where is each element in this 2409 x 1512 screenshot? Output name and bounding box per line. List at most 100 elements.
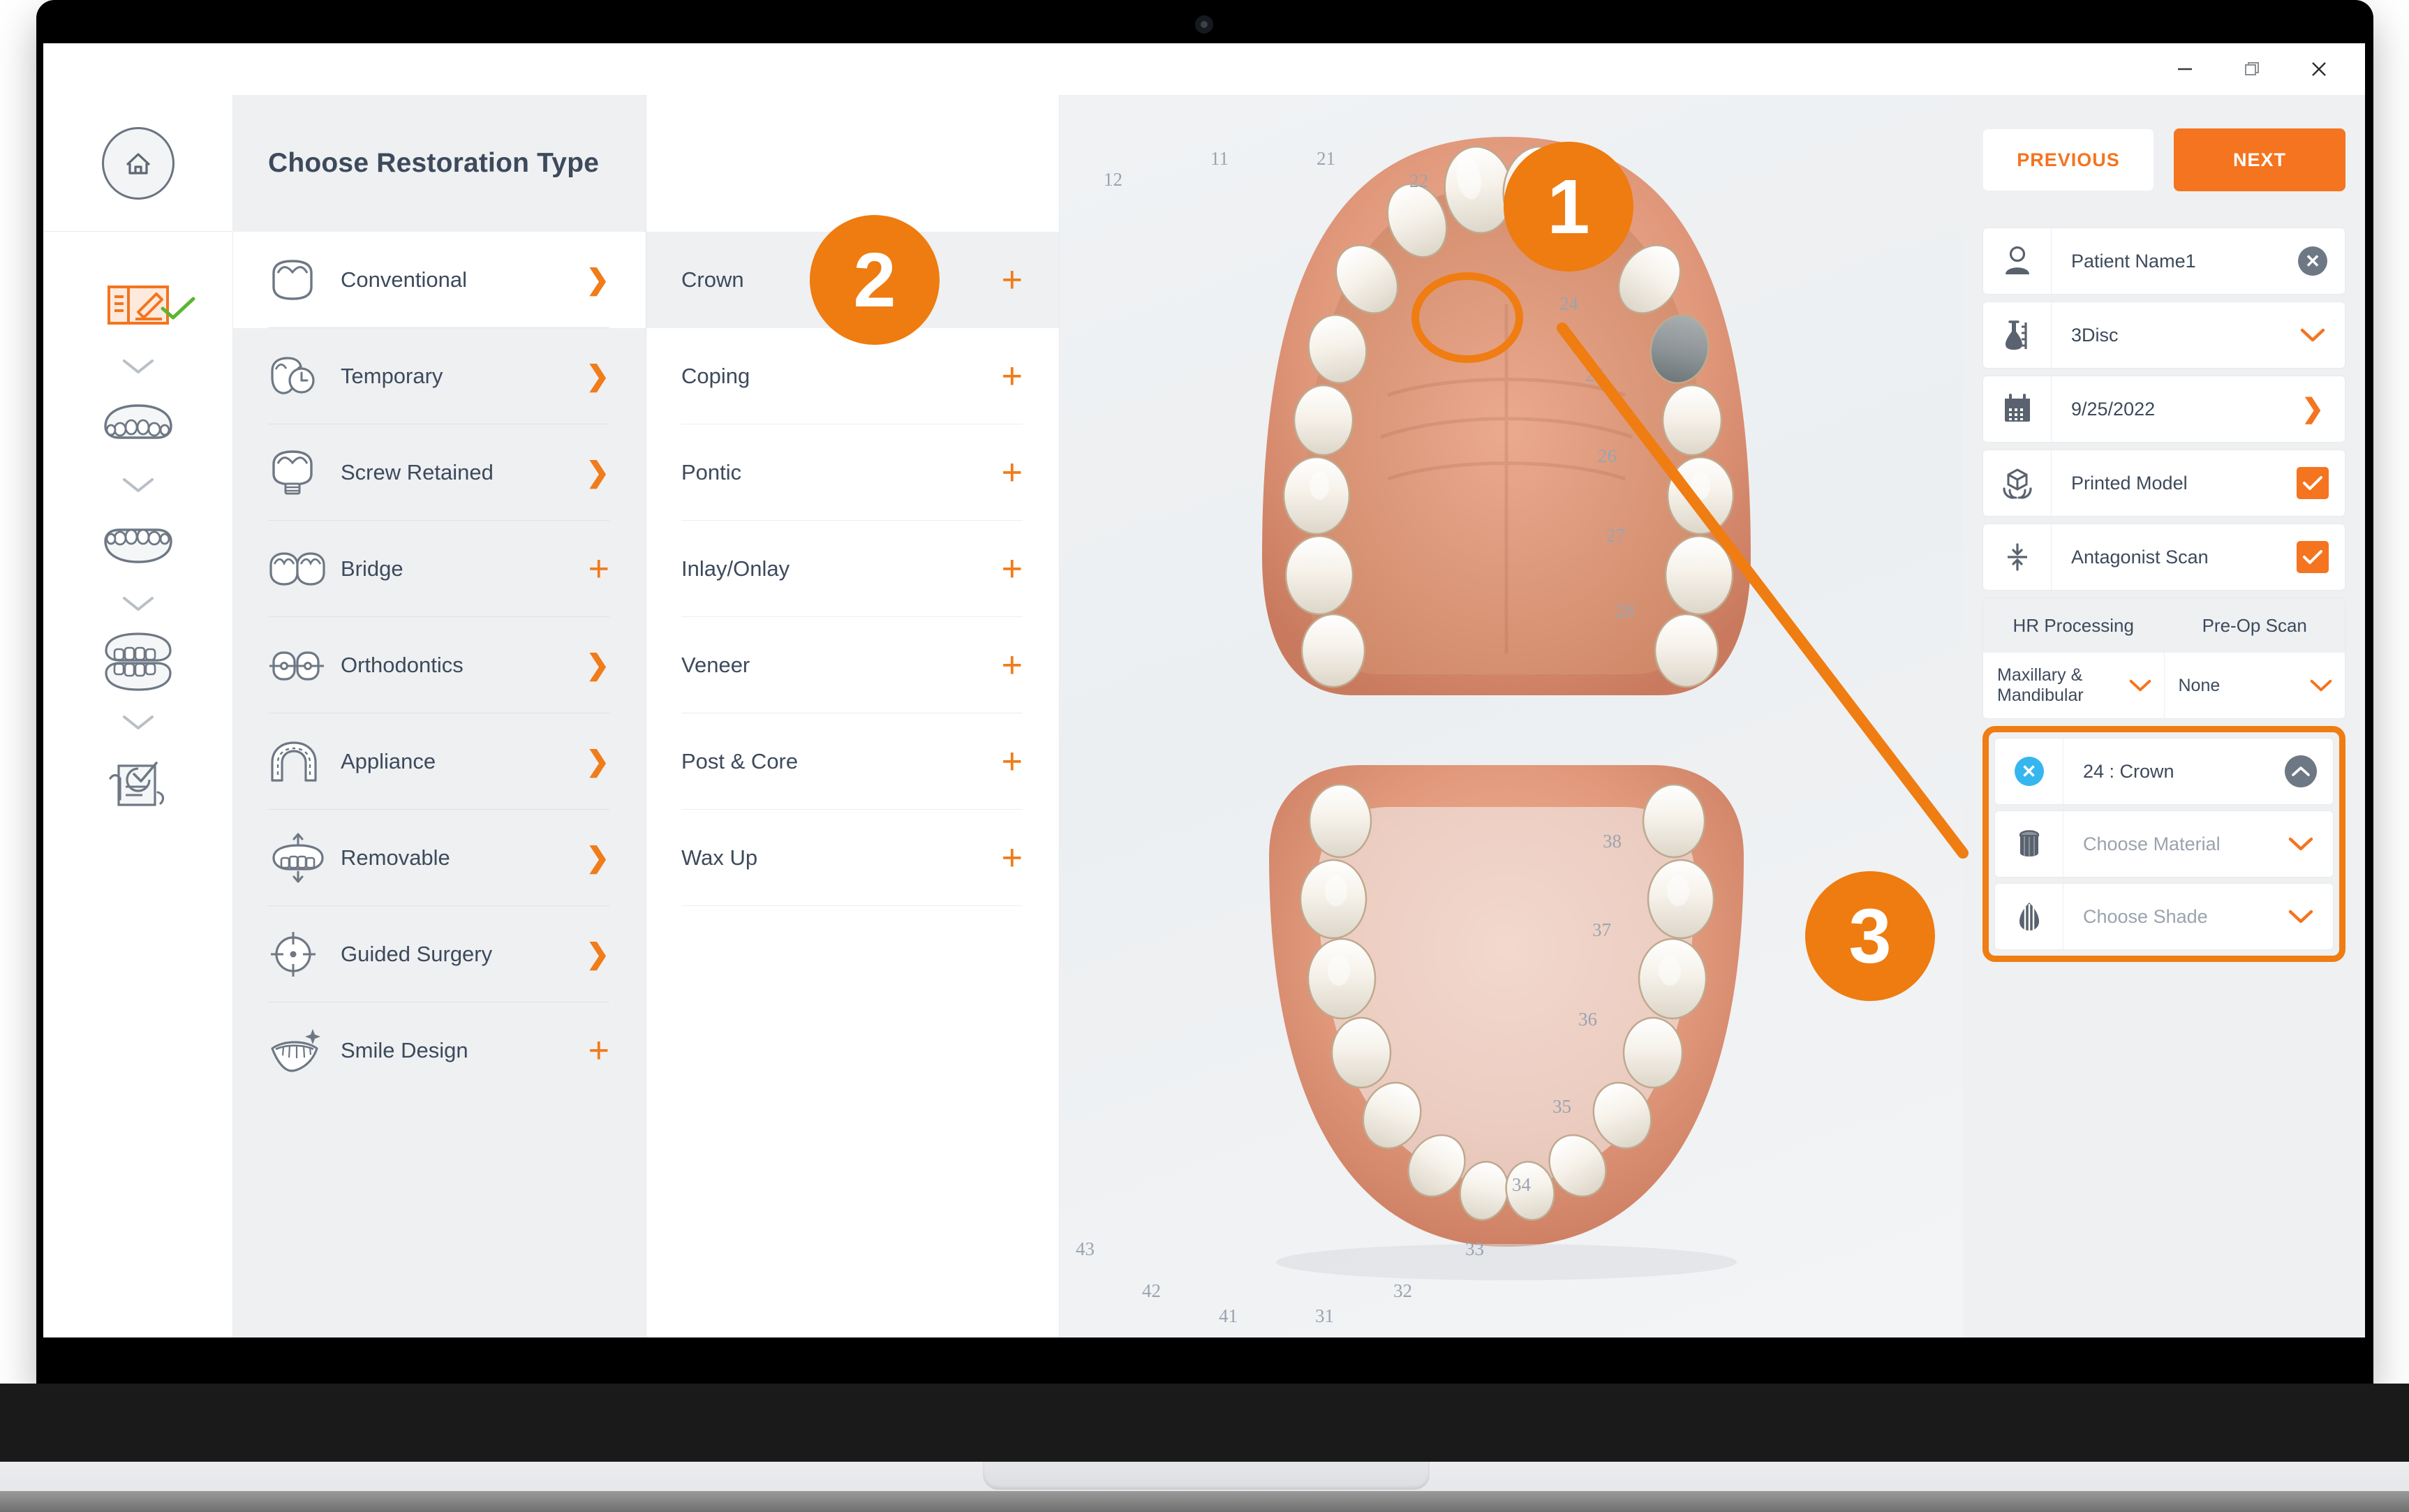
lab-field[interactable]: 3Disc — [1982, 302, 2345, 369]
subtype-label: Veneer — [681, 653, 750, 677]
restoration-item-row[interactable]: ✕ 24 : Crown — [1994, 738, 2334, 805]
type-row-temporary[interactable]: Temporary ❯ — [233, 328, 646, 424]
dental-model-viewport[interactable]: 12 11 21 22 24 25 26 27 28 38 37 36 35 34 33 32 31 41 42 43 — [1060, 95, 1963, 1337]
appliance-icon — [268, 740, 341, 783]
tooth-number-26[interactable]: 26 — [1598, 445, 1617, 467]
close-button[interactable] — [2285, 43, 2352, 95]
home-button[interactable] — [43, 95, 232, 232]
review-submit-icon — [103, 750, 173, 814]
type-row-smile-design[interactable]: Smile Design + — [233, 1002, 646, 1099]
chevron-right-icon[interactable]: ❯ — [586, 266, 609, 294]
plus-icon[interactable]: + — [1002, 358, 1023, 395]
type-label: Removable — [341, 845, 450, 870]
plus-icon[interactable]: + — [1002, 262, 1023, 299]
both-arches-icon — [101, 632, 175, 695]
tooth-number-42[interactable]: 42 — [1142, 1280, 1161, 1302]
sidebar-item-both-arches[interactable] — [43, 627, 233, 699]
tooth-number-41[interactable]: 41 — [1219, 1305, 1238, 1327]
removable-icon — [268, 831, 341, 884]
chevron-right-icon[interactable]: ❯ — [586, 362, 609, 390]
plus-icon[interactable]: + — [1002, 647, 1023, 684]
printed-model-checkbox[interactable] — [2281, 467, 2345, 499]
subtype-row-veneer[interactable]: Veneer + — [646, 617, 1059, 713]
plus-icon[interactable]: + — [1002, 743, 1023, 780]
webcam-icon — [1195, 15, 1213, 34]
material-dropdown-button[interactable] — [2269, 836, 2333, 852]
type-row-bridge[interactable]: Bridge + — [233, 521, 646, 617]
tooth-number-25[interactable]: 25 — [1585, 364, 1604, 386]
chevron-right-icon[interactable]: ❯ — [586, 651, 609, 679]
chevron-down-icon — [2300, 328, 2325, 342]
plus-icon[interactable]: + — [1002, 551, 1023, 588]
tooth-number-33[interactable]: 33 — [1465, 1238, 1484, 1260]
hr-processing-value: Maxillary & Mandibular — [1997, 665, 2084, 705]
due-date-field[interactable]: 9/25/2022 ❯ — [1982, 376, 2345, 443]
subtype-label: Wax Up — [681, 845, 758, 870]
tooth-number-36[interactable]: 36 — [1578, 1009, 1597, 1030]
tooth-number-32[interactable]: 32 — [1393, 1280, 1412, 1302]
hr-processing-select[interactable]: Maxillary & Mandibular — [1983, 653, 2164, 718]
antagonist-scan-field[interactable]: Antagonist Scan — [1982, 524, 2345, 591]
shade-dropdown-button[interactable] — [2269, 909, 2333, 924]
type-row-removable[interactable]: Removable ❯ — [233, 810, 646, 906]
plus-icon[interactable]: + — [588, 1032, 609, 1069]
screen: Choose Restoration Type Conventional ❯ T… — [43, 43, 2365, 1337]
tooth-number-12[interactable]: 12 — [1104, 169, 1122, 191]
material-select[interactable]: Choose Material — [1994, 810, 2334, 877]
antagonist-scan-checkbox[interactable] — [2281, 541, 2345, 573]
tooth-number-24[interactable]: 24 — [1559, 293, 1578, 315]
lab-dropdown-button[interactable] — [2281, 327, 2345, 343]
subtype-row-pontic[interactable]: Pontic + — [646, 424, 1059, 521]
chevron-right-icon[interactable]: ❯ — [586, 940, 609, 968]
remove-restoration-button[interactable]: ✕ — [1995, 739, 2063, 804]
type-row-screw-retained[interactable]: Screw Retained ❯ — [233, 424, 646, 521]
pre-op-scan-group: Pre-Op Scan None — [2163, 598, 2345, 718]
subtype-row-coping[interactable]: Coping + — [646, 328, 1059, 424]
tooth-number-22[interactable]: 22 — [1409, 170, 1428, 192]
subtype-row-post-and-core[interactable]: Post & Core + — [646, 713, 1059, 810]
tooth-number-34[interactable]: 34 — [1512, 1174, 1531, 1196]
shade-select[interactable]: Choose Shade — [1994, 883, 2334, 950]
divider — [681, 905, 1023, 906]
sidebar-item-order-form[interactable] — [43, 271, 233, 343]
due-date-open-button[interactable]: ❯ — [2281, 396, 2345, 422]
type-row-orthodontics[interactable]: Orthodontics ❯ — [233, 617, 646, 713]
printed-model-field[interactable]: Printed Model — [1982, 450, 2345, 517]
window-titlebar — [43, 43, 2365, 95]
type-row-appliance[interactable]: Appliance ❯ — [233, 713, 646, 810]
chevron-right-icon[interactable]: ❯ — [586, 748, 609, 776]
plus-icon[interactable]: + — [1002, 840, 1023, 877]
plus-icon[interactable]: + — [1002, 454, 1023, 491]
tooth-number-35[interactable]: 35 — [1552, 1096, 1571, 1118]
next-button[interactable]: NEXT — [2174, 128, 2345, 191]
chevron-right-icon[interactable]: ❯ — [586, 459, 609, 487]
clear-patient-button[interactable]: ✕ — [2281, 246, 2345, 276]
tooth-number-28[interactable]: 28 — [1615, 600, 1634, 622]
step-rail — [43, 95, 233, 1337]
subtype-row-inlay-onlay[interactable]: Inlay/Onlay + — [646, 521, 1059, 617]
collapse-restoration-button[interactable] — [2269, 755, 2333, 787]
plus-icon[interactable]: + — [588, 551, 609, 587]
tooth-number-27[interactable]: 27 — [1606, 525, 1625, 547]
previous-button[interactable]: PREVIOUS — [1982, 128, 2155, 191]
sidebar-item-lower-arch[interactable] — [43, 508, 233, 581]
tooth-number-31[interactable]: 31 — [1315, 1305, 1334, 1327]
tooth-number-11[interactable]: 11 — [1210, 148, 1229, 170]
type-row-guided-surgery[interactable]: Guided Surgery ❯ — [233, 906, 646, 1002]
chevron-right-icon[interactable]: ❯ — [586, 844, 609, 872]
patient-name-field[interactable]: Patient Name1 ✕ — [1982, 228, 2345, 295]
hr-processing-group: HR Processing Maxillary & Mandibular — [1983, 598, 2164, 718]
tooth-number-43[interactable]: 43 — [1076, 1238, 1095, 1260]
minimize-button[interactable] — [2151, 43, 2218, 95]
subtype-row-wax-up[interactable]: Wax Up + — [646, 810, 1059, 906]
sidebar-item-review-submit[interactable] — [43, 746, 233, 818]
sidebar-item-upper-arch[interactable] — [43, 390, 233, 462]
restore-button[interactable] — [2218, 43, 2285, 95]
patient-name-value: Patient Name1 — [2071, 250, 2196, 272]
tooth-number-37[interactable]: 37 — [1592, 919, 1611, 941]
type-row-conventional[interactable]: Conventional ❯ — [233, 232, 646, 328]
tooth-number-38[interactable]: 38 — [1603, 831, 1622, 852]
shade-icon — [1995, 884, 2063, 949]
pre-op-scan-select[interactable]: None — [2164, 653, 2345, 718]
tooth-number-21[interactable]: 21 — [1317, 148, 1335, 170]
